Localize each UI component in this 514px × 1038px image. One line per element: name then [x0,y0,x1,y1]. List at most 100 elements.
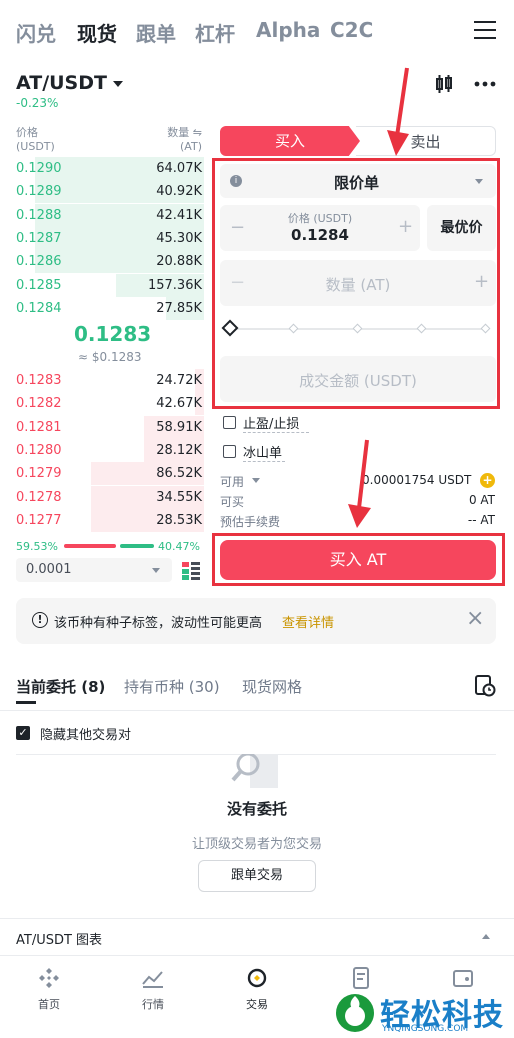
ask-row[interactable]: 0.1277 28.53K [16,508,204,532]
bid-qty: 157.36K [147,277,202,293]
ask-qty: 42.67K [156,396,202,412]
annotation-box [212,533,505,586]
ask-price: 0.1281 [16,419,62,435]
bid-row[interactable]: 0.1286 20.88K [16,250,204,274]
ask-price: 0.1282 [16,396,62,412]
top-nav: 闪兑 现货 跟单 杠杆 Alpha C2C [0,0,514,64]
bid-price: 0.1284 [16,300,62,316]
annotation-arrow-icon [387,67,409,156]
ask-row[interactable]: 0.1282 42.67K [16,392,204,416]
ratio-bar-sell [119,544,154,548]
add-funds-icon[interactable]: + [480,473,495,488]
ask-qty: 58.91K [156,419,202,435]
bid-price: 0.1288 [16,207,62,223]
fee-value: -- AT [467,513,495,527]
ask-qty: 28.12K [156,442,202,458]
mid-fiat: ≈ $0.1283 [78,350,142,364]
ask-price: 0.1280 [16,442,62,458]
bid-qty: 27.85K [156,300,202,316]
more-icon[interactable] [474,80,496,88]
ratio-bar-buy [64,544,116,548]
available-value: 0.00001754 USDT [362,473,472,487]
bid-qty: 45.30K [156,230,202,246]
ask-qty: 86.52K [156,466,202,482]
hide-other-pairs-label: 隐藏其他交易对 [40,728,132,743]
dashed-underline [243,432,309,433]
ask-row[interactable]: 0.1281 58.91K [16,415,204,439]
copy-trade-button[interactable]: 跟单交易 [198,860,316,892]
bid-row[interactable]: 0.1290 64.07K [16,157,204,180]
orderbook-layout-icon[interactable] [182,562,200,580]
tab-margin[interactable]: 杠杆 [195,18,235,47]
bid-price: 0.1285 [16,277,62,293]
ask-qty: 24.72K [156,373,202,388]
empty-title: 没有委托 [226,800,287,818]
chart-line-icon [142,971,163,988]
tp-sl-checkbox[interactable] [223,416,236,429]
ask-price: 0.1279 [16,466,62,482]
warning-icon: ! [32,612,48,628]
chart-bar-label[interactable]: AT/USDT 图表 [16,929,102,948]
hide-other-pairs-checkbox[interactable]: ✓ [16,726,30,740]
ob-qty-header[interactable]: 数量 ⇋ (AT) [156,126,202,154]
ask-row[interactable]: 0.1280 28.12K [16,438,204,462]
bid-row[interactable]: 0.1284 27.85K [16,296,204,320]
tab-sell[interactable]: 卖出 [356,126,496,156]
pair-change: -0.23% [16,96,59,110]
chevron-down-icon[interactable] [252,478,260,483]
bid-qty: 42.41K [156,207,202,223]
pair-selector[interactable]: AT/USDT [16,72,123,94]
bid-row[interactable]: 0.1287 45.30K [16,226,204,250]
sell-ratio: 40.47% [158,540,200,553]
order-history-icon[interactable] [474,675,496,697]
tab-alpha[interactable]: Alpha [256,18,320,42]
tab-c2c[interactable]: C2C [330,18,373,42]
ask-price: 0.1277 [16,512,62,528]
notice-text: 该币种有种子标签，波动性可能更高 [54,616,263,631]
ask-row[interactable]: 0.1278 34.55K [16,485,204,509]
bid-row[interactable]: 0.1288 42.41K [16,203,204,227]
precision-select[interactable]: 0.0001 [16,558,172,582]
bid-qty: 40.92K [156,184,202,200]
tab-spot[interactable]: 现货 [77,18,117,47]
chevron-down-icon [112,80,123,87]
tab-buy[interactable]: 买入 [220,126,360,156]
bid-row[interactable]: 0.1289 40.92K [16,180,204,204]
watermark: 轻松科技 YNQINGSONG.COM [330,990,514,1036]
chevron-down-icon [152,568,160,573]
nav-markets[interactable]: 行情 [118,956,188,1012]
available-label: 可用 [220,475,245,489]
ask-price: 0.1278 [16,489,62,505]
chevron-up-icon[interactable] [482,934,490,939]
tab-spot-grid[interactable]: 现货网格 [242,676,302,697]
tab-copy[interactable]: 跟单 [136,18,176,47]
can-buy-label: 可买 [220,495,245,509]
nav-trade[interactable]: 交易 [222,956,292,1012]
buy-ratio: 59.53% [16,540,58,553]
tab-open-orders[interactable]: 当前委托 (8) [16,676,105,697]
nav-home[interactable]: 首页 [14,956,84,1012]
wallet-icon [453,970,473,987]
tab-swap[interactable]: 闪兑 [16,18,56,47]
close-icon[interactable]: × [466,606,484,631]
bid-price: 0.1290 [16,161,62,176]
fee-label: 预估手续费 [220,515,281,529]
bid-price: 0.1286 [16,254,62,270]
bid-row[interactable]: 0.1285 157.36K [16,273,204,297]
notice-link[interactable]: 查看详情 [282,612,334,631]
divider [0,918,514,919]
trade-icon [247,968,267,988]
annotation-arrow-icon [348,439,371,528]
pair-name: AT/USDT [16,72,107,94]
ask-row[interactable]: 0.1279 86.52K [16,462,204,486]
annotation-box [212,158,500,409]
iceberg-checkbox[interactable] [223,445,236,458]
tab-indicator [16,701,36,704]
menu-icon[interactable] [474,21,496,41]
ask-row[interactable]: 0.1283 24.72K [16,369,204,392]
tab-holdings[interactable]: 持有币种 (30) [124,676,220,697]
candlestick-icon[interactable] [434,74,454,94]
home-icon [39,968,59,988]
ask-price: 0.1283 [16,373,62,388]
divider [0,710,514,711]
